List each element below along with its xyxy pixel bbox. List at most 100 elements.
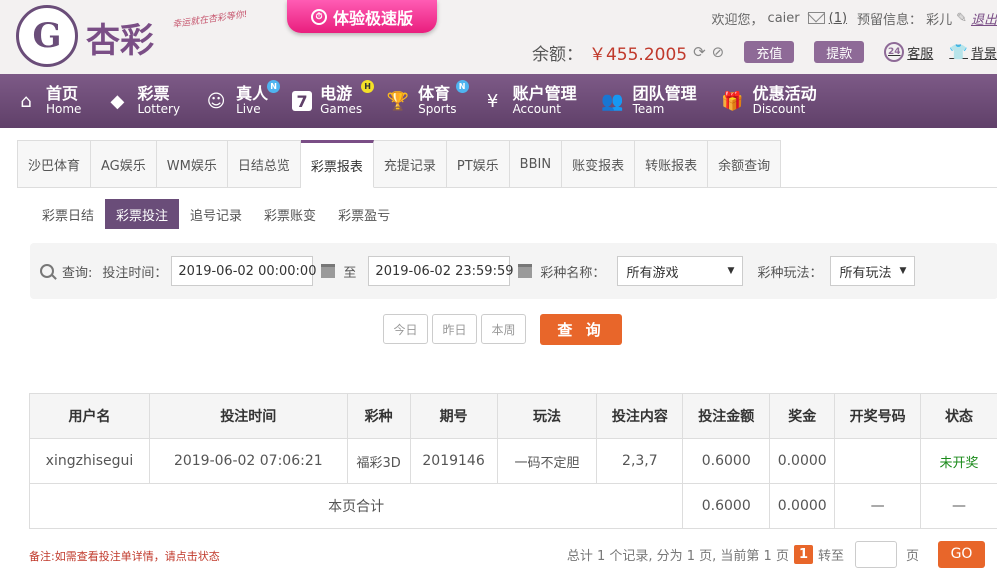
table-cell: 一码不定胆 (496, 438, 598, 484)
nav-label: 账户管理 (512, 84, 577, 104)
speed-version-button[interactable]: ⏱ 体验极速版 (287, 0, 437, 33)
nav-item-lottery[interactable]: ◆ 彩票 Lottery (91, 74, 190, 128)
deposit-button[interactable]: 充值 (744, 41, 795, 63)
edit-icon[interactable]: ✎ (956, 11, 967, 26)
nav-label: 真人 (236, 84, 269, 104)
time-label: 投注时间： (102, 265, 168, 281)
welcome-text: 欢迎您， (711, 12, 764, 28)
tab-8[interactable]: 账变报表 (562, 140, 636, 188)
column-header: 玩法 (496, 393, 598, 439)
tab-5[interactable]: 充提记录 (373, 140, 447, 188)
end-time-input[interactable]: 2019-06-02 23:59:59 (368, 256, 514, 286)
tab-10[interactable]: 余额查询 (708, 140, 782, 188)
subtab-0[interactable]: 彩票日结 (31, 199, 105, 229)
table-cell (834, 438, 922, 484)
subtab-2[interactable]: 追号记录 (179, 199, 253, 229)
tab-4[interactable]: 彩票报表 (300, 140, 374, 188)
nav-item-games[interactable]: 7 电游 Games H (278, 74, 375, 128)
table-cell: 0.0000 (769, 438, 836, 484)
subtotal-row: 本页合计 0.6000 0.0000 — — (28, 483, 997, 529)
nav-sublabel: Lottery (137, 102, 181, 117)
skin-label: 背景 (970, 46, 997, 62)
calendar-icon[interactable] (518, 264, 533, 278)
service-label: 客服 (907, 46, 934, 62)
nav-sublabel: Home (46, 102, 82, 117)
query-button[interactable]: 查 询 (540, 314, 622, 345)
subtab-4[interactable]: 彩票盈亏 (327, 199, 401, 229)
site-logo[interactable]: G 杏彩 (16, 5, 166, 67)
table-cell: 2019-06-02 07:06:21 (148, 438, 348, 484)
refresh-icon[interactable]: ⟳ (693, 43, 706, 61)
nav-item-live[interactable]: ☺ 真人 Live N (190, 74, 281, 128)
status-cell[interactable]: 未开奖 (920, 438, 997, 484)
tab-9[interactable]: 转账报表 (635, 140, 709, 188)
service-link[interactable]: 24 客服 (884, 42, 933, 62)
column-header: 状态 (920, 393, 997, 439)
warning-value: 彩儿 (926, 12, 953, 28)
shirt-icon: 👕 (949, 43, 968, 61)
logo-emblem-icon: G (16, 5, 78, 67)
pagination: 总计 1 个记录, 分为 1 页, 当前第 1 页 1 转至 页 GO (567, 540, 985, 568)
logo-text: 杏彩 (86, 21, 154, 61)
table-header-row: 用户名 投注时间 彩种 期号 玩法 投注内容 投注金额 奖金 开奖号码 状态 (29, 393, 997, 439)
subtotal-status: — (920, 483, 997, 529)
play-select[interactable]: 所有玩法 ▼ (830, 256, 916, 286)
nav-sublabel: Games (320, 102, 363, 117)
balance-bar: 余额： ￥455.2005 ⟳ ⊘ 充值 提款 24 客服 👕 背景 (532, 40, 997, 65)
nav-text: 彩票 Lottery (137, 85, 181, 117)
play-select-value: 所有玩法 (839, 265, 892, 281)
tab-2[interactable]: WM娱乐 (156, 140, 228, 188)
subtab-1[interactable]: 彩票投注 (105, 199, 180, 229)
withdraw-button[interactable]: 提款 (814, 41, 865, 63)
tab-3[interactable]: 日结总览 (227, 140, 301, 188)
this-week-button[interactable]: 本周 (481, 314, 526, 344)
yesterday-button[interactable]: 昨日 (432, 314, 477, 344)
go-button[interactable]: GO (938, 540, 985, 568)
tab-1[interactable]: AG娱乐 (91, 140, 157, 188)
column-header: 用户名 (29, 393, 150, 439)
caret-down-icon: ▼ (727, 266, 735, 276)
nav-sublabel: Discount (752, 102, 806, 117)
hide-eye-icon[interactable]: ⊘ (712, 43, 725, 61)
table-cell: 2,3,7 (596, 438, 684, 484)
nav-text: 优惠活动 Discount (752, 85, 817, 117)
search-icon (40, 264, 54, 278)
subtotal-amount: 0.6000 (682, 483, 771, 529)
tab-6[interactable]: PT娱乐 (446, 140, 510, 188)
dealer-icon: ☺ (206, 90, 226, 112)
to-label: 至 (343, 265, 357, 281)
nav-sublabel: Team (632, 102, 665, 117)
nav-sublabel: Live (236, 102, 261, 117)
tab-7[interactable]: BBIN (509, 140, 563, 188)
nav-item-discount[interactable]: 🎁 优惠活动 Discount (707, 74, 827, 128)
pager-summary: 总计 1 个记录, 分为 1 页, 当前第 1 页 (566, 548, 789, 564)
subtotal-draw: — (834, 483, 922, 529)
mail-count[interactable]: (1) (829, 11, 847, 26)
query-label: 查询: (62, 265, 93, 281)
nav-text: 真人 Live (236, 84, 269, 117)
trophy-icon: 🏆 (386, 90, 410, 112)
start-time-input[interactable]: 2019-06-02 00:00:00 (171, 256, 316, 286)
table-cell: 0.6000 (682, 438, 771, 484)
current-page[interactable]: 1 (793, 544, 813, 564)
user-bar: 欢迎您， caier (1) 预留信息： 彩儿 ✎ 退出 (711, 9, 997, 28)
subtab-3[interactable]: 彩票账变 (253, 199, 327, 229)
tab-0[interactable]: 沙巴体育 (17, 140, 92, 188)
game-select-value: 所有游戏 (626, 265, 679, 281)
bet-table: 用户名 投注时间 彩种 期号 玩法 投注内容 投注金额 奖金 开奖号码 状态 xingzhiseg… (28, 393, 997, 529)
nav-item-home[interactable]: ⌂ 首页 Home (0, 74, 91, 128)
nav-item-team[interactable]: 👥 团队管理 Team (587, 74, 707, 128)
username: caier (767, 10, 800, 26)
nav-text: 首页 Home (46, 85, 82, 117)
logout-link[interactable]: 退出 (971, 9, 997, 28)
skin-link[interactable]: 👕 背景 (949, 43, 997, 62)
calendar-icon[interactable] (321, 264, 336, 278)
subtotal-prize: 0.0000 (769, 483, 836, 529)
nav-item-account[interactable]: ¥ 账户管理 Account (467, 74, 587, 128)
goto-page-input[interactable] (854, 540, 897, 568)
game-select[interactable]: 所有游戏 ▼ (617, 256, 744, 286)
nav-label: 体育 (418, 84, 451, 104)
nav-item-sports[interactable]: 🏆 体育 Sports N (372, 74, 469, 128)
mail-icon[interactable] (807, 12, 825, 24)
today-button[interactable]: 今日 (383, 314, 428, 344)
